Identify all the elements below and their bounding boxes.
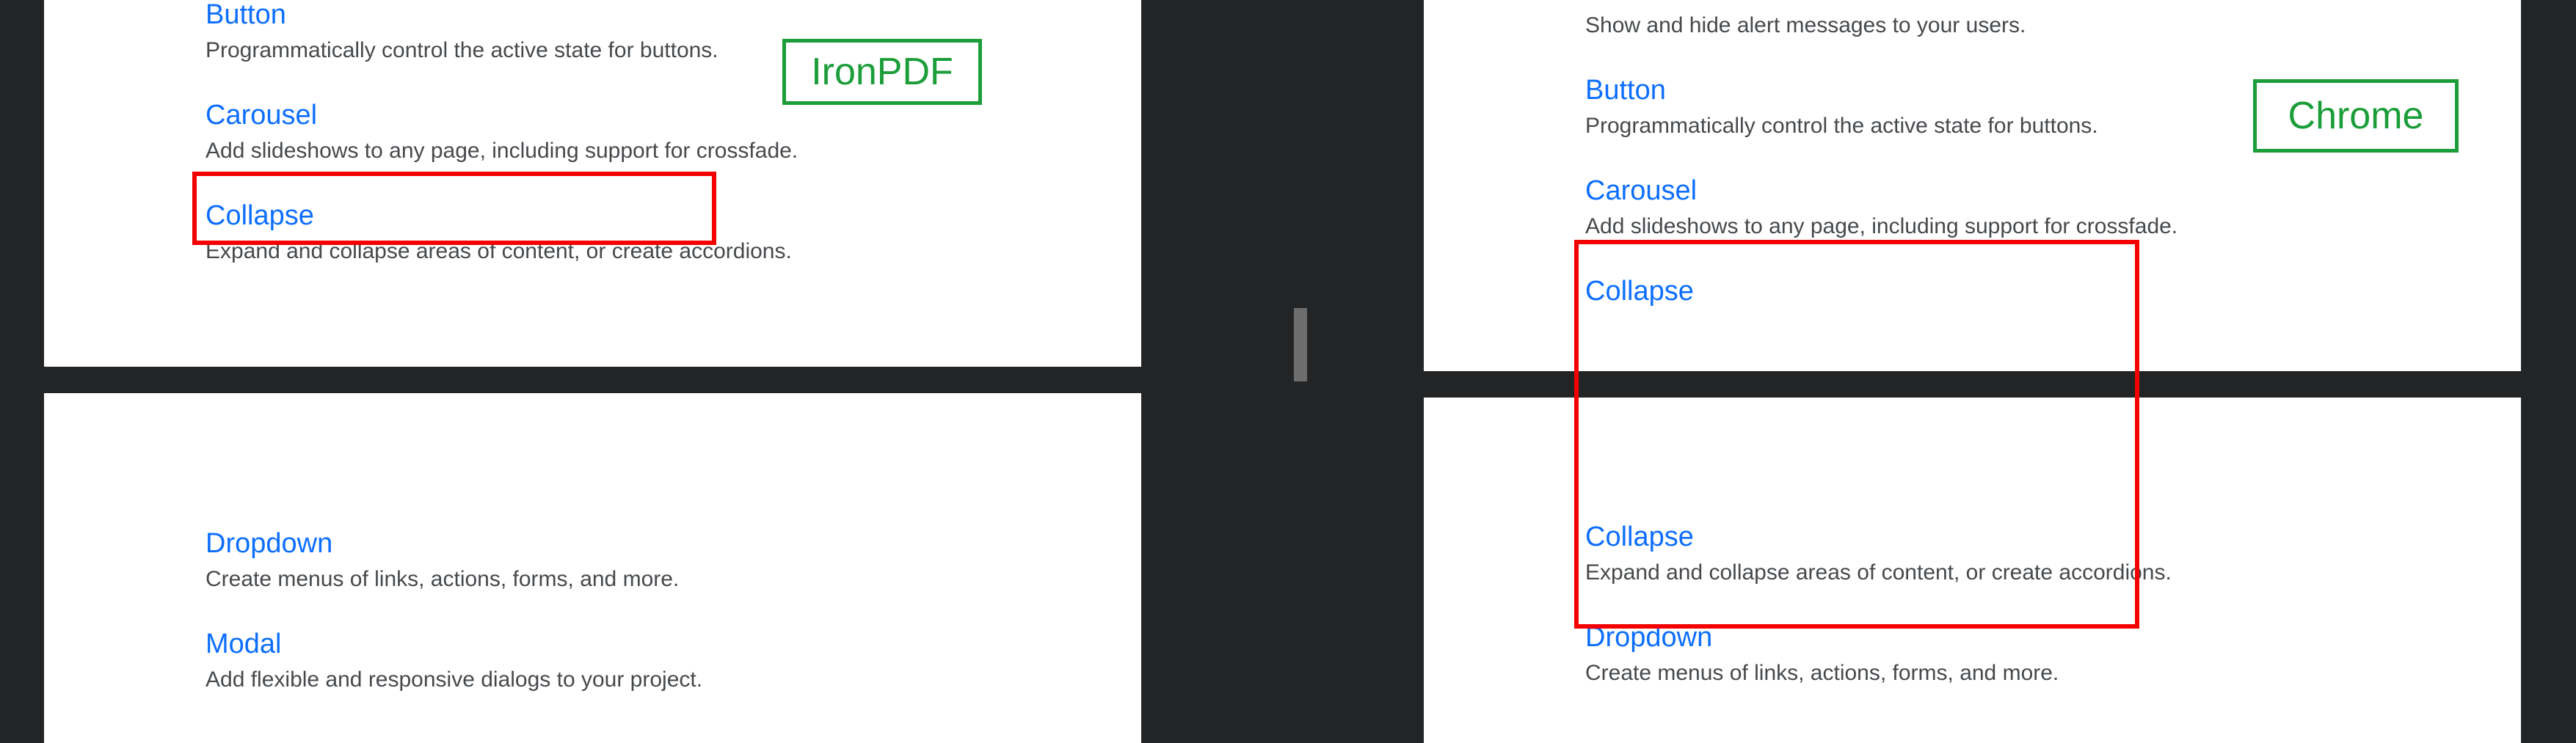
entry-heading[interactable]: Modal: [205, 626, 1141, 662]
ironpdf-page-2: Dropdown Create menus of links, actions,…: [44, 393, 1141, 743]
entry-heading[interactable]: Carousel: [205, 98, 1141, 133]
entry-modal: Modal Add flexible and responsive dialog…: [205, 622, 1141, 700]
label-ironpdf: IronPDF: [782, 39, 982, 105]
entry-desc: Add slideshows to any page, including su…: [205, 135, 1141, 167]
highlight-box-left: [192, 172, 716, 245]
label-chrome: Chrome: [2253, 79, 2459, 153]
entry-heading[interactable]: Dropdown: [205, 526, 1141, 562]
entry-desc: Show and hide alert messages to your use…: [1585, 10, 2521, 42]
highlight-box-right: [1574, 240, 2139, 629]
entry-heading[interactable]: Alert: [1585, 0, 2521, 8]
entry-desc: Create menus of links, actions, forms, a…: [205, 563, 1141, 596]
entry-button: Button Programmatically control the acti…: [205, 0, 1141, 71]
entry-dropdown: Dropdown Create menus of links, actions,…: [205, 521, 1141, 600]
entry-desc: Add slideshows to any page, including su…: [1585, 211, 2521, 243]
entry-desc: Add flexible and responsive dialogs to y…: [205, 664, 1141, 696]
entry-carousel: Carousel Add slideshows to any page, inc…: [205, 93, 1141, 172]
entry-desc: Programmatically control the active stat…: [205, 34, 1141, 67]
divider-handle[interactable]: [1294, 308, 1307, 381]
entry-desc: Create menus of links, actions, forms, a…: [1585, 657, 2521, 689]
entry-heading[interactable]: Carousel: [1585, 173, 2521, 209]
entry-carousel: Carousel Add slideshows to any page, inc…: [1585, 169, 2521, 247]
comparison-stage: Button Programmatically control the acti…: [0, 0, 2576, 743]
entry-heading[interactable]: Button: [205, 0, 1141, 33]
entry-alert: Alert Show and hide alert messages to yo…: [1585, 0, 2521, 46]
